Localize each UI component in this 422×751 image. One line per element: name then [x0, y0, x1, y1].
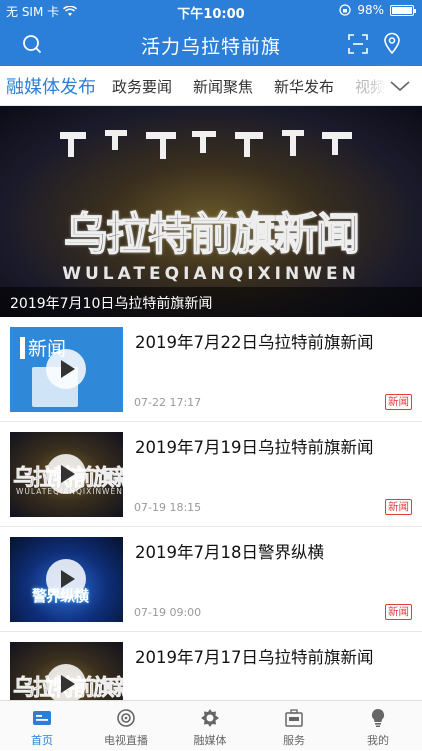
tabs-more-button[interactable]: [388, 74, 412, 98]
play-icon: [46, 349, 86, 389]
nav-label: 我的: [367, 734, 389, 747]
news-item[interactable]: 乌拉特前旗新闻 2019年7月17日乌拉特前旗新闻: [0, 632, 422, 727]
service-icon: [285, 709, 303, 727]
news-date: 07-22 17:17: [134, 396, 202, 409]
play-icon: [46, 559, 86, 599]
news-thumbnail: 新闻: [10, 327, 123, 412]
news-item[interactable]: 乌拉特前旗新闻 WULATEQIANQIXINWEN 2019年7月19日乌拉特…: [0, 422, 422, 527]
media-icon: [201, 709, 219, 727]
orientation-lock-icon: [339, 4, 351, 16]
news-item[interactable]: 新闻 2019年7月22日乌拉特前旗新闻 07-22 17:17 新闻: [0, 317, 422, 422]
play-icon: [46, 664, 86, 704]
news-thumbnail: 乌拉特前旗新闻 WULATEQIANQIXINWEN: [10, 432, 123, 517]
bottom-nav: 首页 电视直播 融媒体 服务 我的: [0, 700, 422, 750]
battery-fill: [392, 6, 412, 14]
nav-label: 服务: [283, 734, 305, 747]
tab-rongmeiti[interactable]: 融媒体发布: [6, 73, 96, 99]
nav-label: 融媒体: [193, 734, 227, 747]
news-tag: 新闻: [385, 499, 412, 515]
tab-zhengwu[interactable]: 政务要闻: [112, 76, 172, 97]
news-thumbnail: 警界纵横: [10, 537, 123, 622]
tab-xinwen-jujiao[interactable]: 新闻聚焦: [193, 76, 253, 97]
status-bar: 无 SIM 卡 下午10:00 98%: [0, 0, 422, 22]
banner-pinyin: WULATEQIANQIXINWEN: [62, 264, 360, 284]
thumb-accent-bar: [20, 337, 25, 359]
nav-home[interactable]: 首页: [0, 701, 84, 751]
news-tag: 新闻: [385, 394, 412, 410]
news-date: 07-19 18:15: [134, 501, 202, 514]
nav-label: 电视直播: [104, 734, 148, 747]
featured-banner[interactable]: 乌拉特前旗新闻 WULATEQIANQIXINWEN 2019年7月10日乌拉特…: [0, 106, 422, 317]
nav-mine[interactable]: 我的: [336, 701, 420, 751]
nav-label: 首页: [31, 734, 53, 747]
nav-service[interactable]: 服务: [252, 701, 336, 751]
news-title: 2019年7月22日乌拉特前旗新闻: [135, 333, 374, 352]
news-title: 2019年7月17日乌拉特前旗新闻: [135, 648, 374, 667]
nav-media[interactable]: 融媒体: [168, 701, 252, 751]
chevron-down-icon: [390, 81, 410, 92]
news-tag: 新闻: [385, 604, 412, 620]
banner-caption: 2019年7月10日乌拉特前旗新闻: [0, 287, 422, 317]
banner-show-title: 乌拉特前旗新闻: [63, 208, 361, 261]
news-title: 2019年7月18日警界纵横: [135, 543, 324, 562]
tab-video[interactable]: 视频: [355, 76, 385, 97]
status-right: 98%: [339, 3, 416, 17]
news-title: 2019年7月19日乌拉特前旗新闻: [135, 438, 374, 457]
app-header: 活力乌拉特前旗: [0, 22, 422, 66]
scan-icon[interactable]: [348, 34, 368, 54]
battery-percent: 98%: [357, 3, 384, 17]
news-item[interactable]: 警界纵横 2019年7月18日警界纵横 07-19 09:00 新闻: [0, 527, 422, 632]
mongolian-script-logo: [60, 130, 352, 159]
tv-live-icon: [117, 709, 135, 727]
battery-icon: [390, 4, 416, 16]
location-icon[interactable]: [382, 32, 402, 54]
play-icon: [46, 454, 86, 494]
tab-xinhua[interactable]: 新华发布: [274, 76, 334, 97]
bulb-icon: [371, 708, 385, 727]
category-tabs: 融媒体发布 政务要闻 新闻聚焦 新华发布 视频: [0, 66, 422, 106]
news-date: 07-19 09:00: [134, 606, 202, 619]
home-icon: [33, 711, 51, 725]
nav-tv-live[interactable]: 电视直播: [84, 701, 168, 751]
